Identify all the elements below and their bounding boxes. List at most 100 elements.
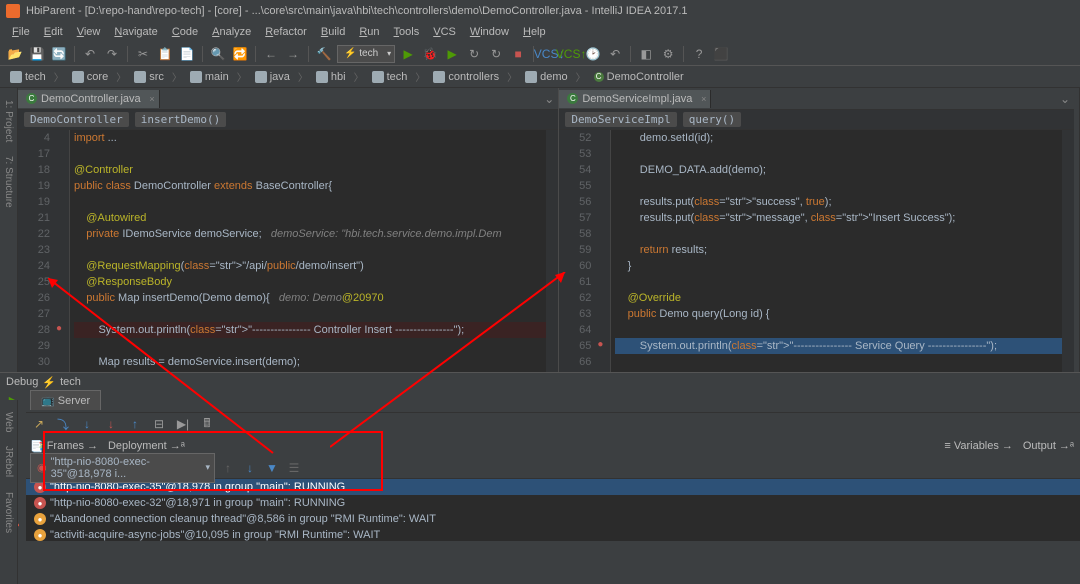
- menu-analyze[interactable]: Analyze: [206, 24, 257, 40]
- thread-row[interactable]: ●"Abandoned connection cleanup thread"@8…: [26, 511, 1080, 527]
- side-tab-structure[interactable]: 7: Structure: [2, 152, 15, 212]
- side-tab-jrebel[interactable]: JRebel: [2, 442, 15, 481]
- find-icon[interactable]: 🔍: [209, 45, 227, 63]
- menu-build[interactable]: Build: [315, 24, 351, 40]
- menu-edit[interactable]: Edit: [38, 24, 69, 40]
- vcs-revert-icon[interactable]: ↶: [606, 45, 624, 63]
- menu-view[interactable]: View: [71, 24, 107, 40]
- breadcrumb-class[interactable]: DemoController: [24, 112, 129, 127]
- vcs-history-icon[interactable]: 🕑: [584, 45, 602, 63]
- gutter-left[interactable]: 4171819192122232425262728293031: [18, 130, 56, 398]
- nav-java[interactable]: java: [251, 71, 294, 83]
- open-icon[interactable]: 📂: [6, 45, 24, 63]
- sync-icon[interactable]: 🔄: [50, 45, 68, 63]
- close-tab-icon[interactable]: ×: [701, 94, 706, 104]
- forward-icon[interactable]: →: [284, 45, 302, 63]
- thread-list[interactable]: ●"http-nio-8080-exec-35"@18,978 in group…: [26, 479, 1080, 541]
- run-config-select[interactable]: ⚡ tech: [337, 45, 395, 63]
- step-over-icon[interactable]: ⤵: [54, 415, 72, 433]
- code-left[interactable]: import ... @Controllerpublic class DemoC…: [70, 130, 546, 398]
- nav-demo[interactable]: demo: [521, 71, 572, 83]
- nav-core[interactable]: core: [68, 71, 112, 83]
- run-to-cursor-icon[interactable]: ▶|: [174, 415, 192, 433]
- reload-debug-icon[interactable]: ↻: [487, 45, 505, 63]
- undo-icon[interactable]: ↶: [81, 45, 99, 63]
- vcs-commit-icon[interactable]: VCS↑: [562, 45, 580, 63]
- paste-icon[interactable]: 📄: [178, 45, 196, 63]
- gutter-marks-left[interactable]: ●: [56, 130, 70, 398]
- reload-icon[interactable]: ↻: [465, 45, 483, 63]
- evaluate-icon[interactable]: 🖩: [198, 415, 216, 433]
- close-tab-icon[interactable]: ×: [149, 94, 154, 104]
- cut-icon[interactable]: ✂: [134, 45, 152, 63]
- nav-main[interactable]: main: [186, 71, 233, 83]
- menu-help[interactable]: Help: [517, 24, 552, 40]
- back-icon[interactable]: ←: [262, 45, 280, 63]
- thread-row[interactable]: ●"activiti-acquire-async-jobs"@10,095 in…: [26, 527, 1080, 541]
- make-icon[interactable]: 🔨: [315, 45, 333, 63]
- jrebel-icon[interactable]: ⬛: [712, 45, 730, 63]
- scroll-minimap-right[interactable]: [1062, 130, 1074, 398]
- tab-server[interactable]: 📺 Server: [30, 390, 101, 410]
- structure-icon[interactable]: ◧: [637, 45, 655, 63]
- thread-selector[interactable]: ◉"http-nio-8080-exec-35"@18,978 i...: [30, 453, 215, 483]
- nav-tech[interactable]: tech: [6, 71, 50, 83]
- prev-frame-icon[interactable]: ↑: [219, 459, 237, 477]
- tab-frames[interactable]: 📑 Frames →: [30, 440, 98, 453]
- nav-src[interactable]: src: [130, 71, 168, 83]
- nav-DemoController[interactable]: CDemoController: [590, 71, 688, 83]
- replace-icon[interactable]: 🔁: [231, 45, 249, 63]
- app-icon: [6, 4, 20, 18]
- scroll-minimap-left[interactable]: [546, 130, 558, 398]
- side-tab-project[interactable]: 1: Project: [2, 96, 15, 146]
- debug-title: Debug: [6, 376, 38, 388]
- tab-variables[interactable]: ≡ Variables →: [944, 440, 1012, 452]
- force-step-icon[interactable]: ↓: [102, 415, 120, 433]
- debug-icon[interactable]: 🐞: [421, 45, 439, 63]
- drop-frame-icon[interactable]: ⊟: [150, 415, 168, 433]
- redo-icon[interactable]: ↷: [103, 45, 121, 63]
- side-tab-favorites[interactable]: Favorites: [2, 488, 15, 537]
- side-tab-web[interactable]: Web: [2, 408, 15, 436]
- help-icon[interactable]: ?: [690, 45, 708, 63]
- nav-hbi[interactable]: hbi: [312, 71, 350, 83]
- file-tab-left[interactable]: C DemoController.java ×: [18, 90, 160, 108]
- code-right[interactable]: demo.setId(id); DEMO_DATA.add(demo); res…: [611, 130, 1062, 398]
- menu-vcs[interactable]: VCS: [427, 24, 462, 40]
- breadcrumb-method[interactable]: insertDemo(): [135, 112, 226, 127]
- run-icon[interactable]: ▶: [399, 45, 417, 63]
- menu-code[interactable]: Code: [166, 24, 204, 40]
- thread-row[interactable]: ●"http-nio-8080-exec-32"@18,971 in group…: [26, 495, 1080, 511]
- gutter-marks-right[interactable]: ●: [597, 130, 611, 398]
- save-icon[interactable]: 💾: [28, 45, 46, 63]
- breadcrumb-class[interactable]: DemoServiceImpl: [565, 112, 676, 127]
- step-into-icon[interactable]: ↓: [78, 415, 96, 433]
- stop-icon[interactable]: ■: [509, 45, 527, 63]
- tabs-menu-icon[interactable]: ⌄: [1056, 92, 1074, 106]
- gutter-right[interactable]: 5253545556575859606162636465666768697071…: [559, 130, 597, 398]
- filter-icon[interactable]: ▼: [263, 459, 281, 477]
- lib-frame-icon[interactable]: ☰: [285, 459, 303, 477]
- file-tab-right[interactable]: C DemoServiceImpl.java ×: [559, 90, 711, 108]
- menu-navigate[interactable]: Navigate: [108, 24, 163, 40]
- tab-output[interactable]: Output →ᵃ: [1023, 440, 1074, 452]
- window-title: HbiParent - [D:\repo-hand\repo-tech] - […: [26, 5, 688, 17]
- lightning-icon: ⚡: [42, 376, 56, 389]
- menu-file[interactable]: File: [6, 24, 36, 40]
- tabs-menu-icon[interactable]: ⌄: [540, 92, 558, 106]
- menu-window[interactable]: Window: [464, 24, 515, 40]
- tab-deployment[interactable]: Deployment →ᵃ: [108, 440, 185, 452]
- step-return-icon[interactable]: ↗: [30, 415, 48, 433]
- settings-icon[interactable]: ⚙: [659, 45, 677, 63]
- menu-refactor[interactable]: Refactor: [259, 24, 313, 40]
- breadcrumb-method[interactable]: query(): [683, 112, 741, 127]
- step-out-icon[interactable]: ↑: [126, 415, 144, 433]
- menu-tools[interactable]: Tools: [388, 24, 426, 40]
- copy-icon[interactable]: 📋: [156, 45, 174, 63]
- nav-controllers[interactable]: controllers: [429, 71, 503, 83]
- next-frame-icon[interactable]: ↓: [241, 459, 259, 477]
- nav-tech[interactable]: tech: [368, 71, 412, 83]
- menu-run[interactable]: Run: [353, 24, 385, 40]
- nav-path-bar: tech〉core〉src〉main〉java〉hbi〉tech〉control…: [0, 66, 1080, 88]
- coverage-icon[interactable]: ▶: [443, 45, 461, 63]
